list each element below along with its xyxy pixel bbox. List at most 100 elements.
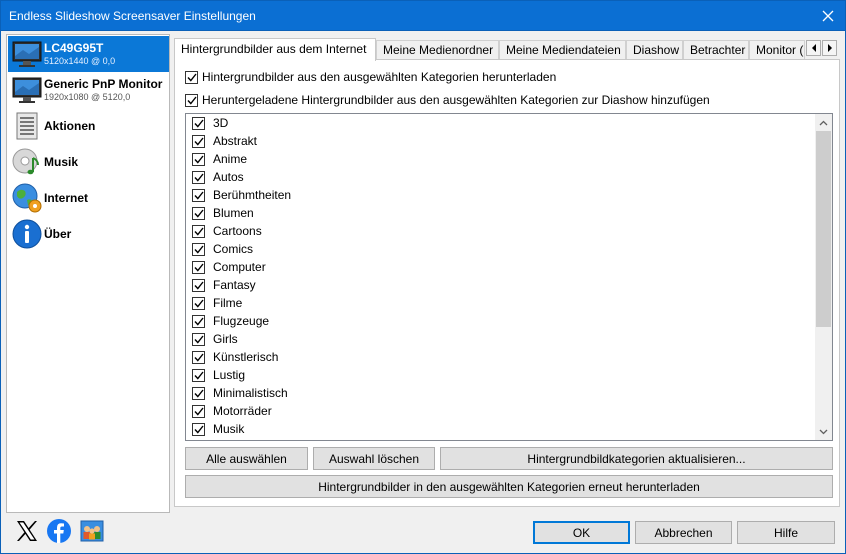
sidebar: LC49G95T 5120x1440 @ 0,0 Generic PnP Mon… xyxy=(6,34,170,513)
category-checkbox[interactable] xyxy=(192,278,205,292)
checkmark-icon xyxy=(193,227,204,236)
category-item[interactable]: Autos xyxy=(186,168,816,186)
category-checkbox[interactable] xyxy=(192,350,205,364)
music-cd-icon xyxy=(12,148,39,175)
checkmark-icon xyxy=(193,335,204,344)
category-checkbox[interactable] xyxy=(192,152,205,166)
tab-label: Meine Medienordner xyxy=(383,43,494,57)
refresh-categories-button[interactable]: Hintergrundbildkategorien aktualisieren.… xyxy=(440,447,833,470)
redownload-button[interactable]: Hintergrundbilder in den ausgewählten Ka… xyxy=(185,475,833,498)
add-to-slideshow-label: Heruntergeladene Hintergrundbilder aus d… xyxy=(202,93,710,107)
tab-scroll-left-button[interactable] xyxy=(806,40,821,56)
tab-slideshow[interactable]: Diashow xyxy=(626,40,683,60)
monitor-icon xyxy=(12,77,42,103)
sidebar-item-label: Musik xyxy=(44,155,79,169)
tab-label: Meine Mediendateien xyxy=(506,43,621,57)
scroll-down-button[interactable] xyxy=(815,423,832,440)
category-item[interactable]: Anime xyxy=(186,150,816,168)
category-label: Abstrakt xyxy=(213,134,258,148)
tab-label: Monitor ( xyxy=(756,43,804,57)
tab-internet-wallpapers[interactable]: Hintergrundbilder aus dem Internet xyxy=(174,38,376,61)
tab-label: Diashow xyxy=(633,43,680,57)
category-checkbox[interactable] xyxy=(192,170,205,184)
checkmark-icon xyxy=(193,389,204,398)
sidebar-item-label: Internet xyxy=(44,191,89,205)
facebook-icon xyxy=(47,519,71,543)
facebook-link[interactable] xyxy=(46,518,72,544)
tab-media-folders[interactable]: Meine Medienordner xyxy=(376,40,499,60)
category-item[interactable]: Künstlerisch xyxy=(186,348,816,366)
checkmark-icon xyxy=(193,119,204,128)
cancel-button[interactable]: Abbrechen xyxy=(635,521,732,544)
category-item[interactable]: Flugzeuge xyxy=(186,312,816,330)
category-item[interactable]: Computer xyxy=(186,258,816,276)
category-checkbox[interactable] xyxy=(192,422,205,436)
category-checkbox[interactable] xyxy=(192,188,205,202)
category-item[interactable]: Fantasy xyxy=(186,276,816,294)
checkmark-icon xyxy=(193,317,204,326)
clear-selection-button[interactable]: Auswahl löschen xyxy=(313,447,435,470)
category-label: 3D xyxy=(213,116,229,130)
ok-button[interactable]: OK xyxy=(533,521,630,544)
dialog-body: LC49G95T 5120x1440 @ 0,0 Generic PnP Mon… xyxy=(0,31,846,554)
category-checkbox[interactable] xyxy=(192,134,205,148)
sidebar-item-actions[interactable]: Aktionen xyxy=(8,108,169,144)
scroll-thumb[interactable] xyxy=(816,131,831,327)
category-list-scrollbar[interactable] xyxy=(815,114,832,440)
sidebar-item-label: LC49G95T xyxy=(44,41,104,55)
tab-scroll-right-button[interactable] xyxy=(822,40,837,56)
category-item[interactable]: Motorräder xyxy=(186,402,816,420)
tab-monitor[interactable]: Monitor ( xyxy=(749,40,805,60)
category-checkbox[interactable] xyxy=(192,386,205,400)
category-checkbox[interactable] xyxy=(192,332,205,346)
category-item[interactable]: Minimalistisch xyxy=(186,384,816,402)
community-link[interactable] xyxy=(79,518,105,544)
category-label: Autos xyxy=(213,170,244,184)
category-item[interactable]: Girls xyxy=(186,330,816,348)
category-label: Minimalistisch xyxy=(213,386,288,400)
category-item[interactable]: Filme xyxy=(186,294,816,312)
category-checkbox[interactable] xyxy=(192,368,205,382)
tab-media-files[interactable]: Meine Mediendateien xyxy=(499,40,626,60)
category-label: Flugzeuge xyxy=(213,314,270,328)
category-checkbox[interactable] xyxy=(192,242,205,256)
category-item[interactable]: Cartoons xyxy=(186,222,816,240)
sidebar-item-about[interactable]: Über xyxy=(8,216,169,252)
sidebar-item-monitor-2[interactable]: Generic PnP Monitor 1920x1080 @ 5120,0 xyxy=(8,72,169,108)
category-item[interactable]: Musik xyxy=(186,420,816,438)
category-checkbox[interactable] xyxy=(192,116,205,130)
download-categories-checkbox[interactable]: Hintergrundbilder aus den ausgewählten K… xyxy=(185,69,556,85)
tab-viewer[interactable]: Betrachter xyxy=(683,40,749,60)
sidebar-item-music[interactable]: Musik xyxy=(8,144,169,180)
close-button[interactable] xyxy=(811,1,845,31)
category-checkbox[interactable] xyxy=(192,296,205,310)
category-label: Motorräder xyxy=(213,404,272,418)
category-checkbox[interactable] xyxy=(192,404,205,418)
category-item[interactable]: Comics xyxy=(186,240,816,258)
chevron-down-icon xyxy=(819,429,828,434)
checkmark-icon xyxy=(193,407,204,416)
category-checkbox[interactable] xyxy=(192,224,205,238)
category-item[interactable]: Abstrakt xyxy=(186,132,816,150)
category-checkbox[interactable] xyxy=(192,260,205,274)
add-to-slideshow-checkbox[interactable]: Heruntergeladene Hintergrundbilder aus d… xyxy=(185,92,710,108)
checkmark-icon xyxy=(193,281,204,290)
checkmark-icon xyxy=(186,96,197,105)
download-categories-label: Hintergrundbilder aus den ausgewählten K… xyxy=(202,70,557,84)
scroll-up-button[interactable] xyxy=(815,114,832,131)
category-item[interactable]: Blumen xyxy=(186,204,816,222)
category-item[interactable]: 3D xyxy=(186,114,816,132)
select-all-button[interactable]: Alle auswählen xyxy=(185,447,308,470)
x-twitter-link[interactable] xyxy=(14,518,40,544)
category-checkbox[interactable] xyxy=(192,206,205,220)
category-checkbox[interactable] xyxy=(192,314,205,328)
help-button[interactable]: Hilfe xyxy=(737,521,835,544)
category-item[interactable]: Lustig xyxy=(186,366,816,384)
checkmark-icon xyxy=(193,299,204,308)
sidebar-item-monitor-1[interactable]: LC49G95T 5120x1440 @ 0,0 xyxy=(8,36,169,72)
checkmark-icon xyxy=(186,73,197,82)
category-list[interactable]: 3D Abstrakt Anime Autos Berühmtheiten Blumen C… xyxy=(185,113,833,441)
globe-gear-icon xyxy=(12,183,42,213)
sidebar-item-internet[interactable]: Internet xyxy=(8,180,169,216)
category-item[interactable]: Berühmtheiten xyxy=(186,186,816,204)
